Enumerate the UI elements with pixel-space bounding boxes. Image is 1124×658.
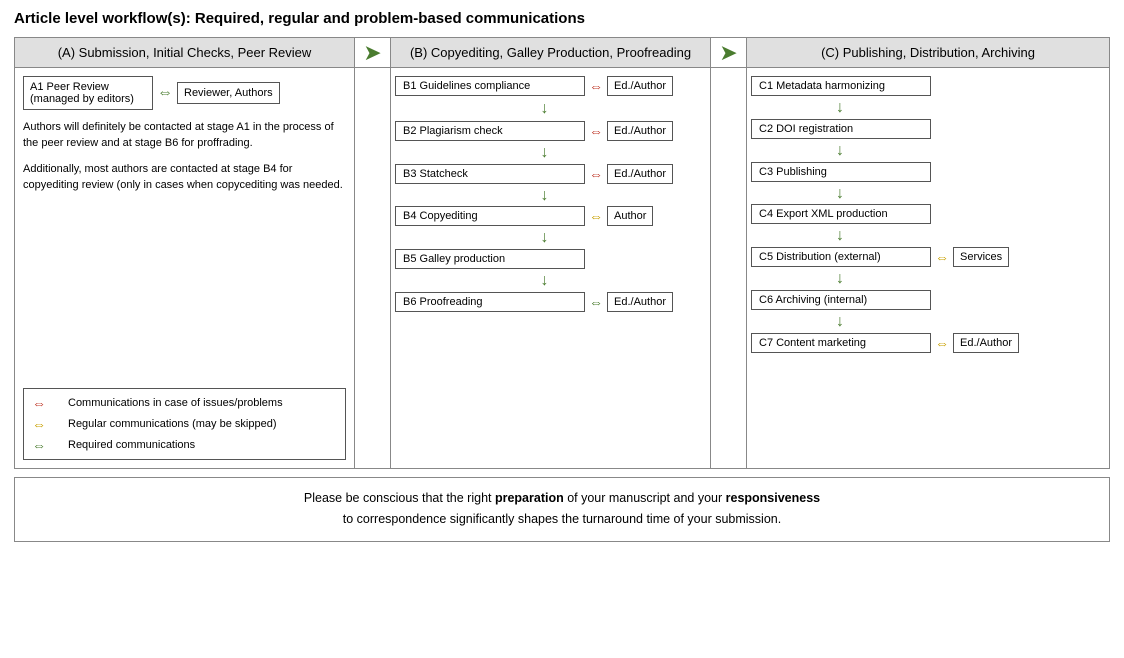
b3-b4-arrow: ↓ — [456, 186, 646, 207]
col-a-top: A1 Peer Review (managed by editors) ⇔ Re… — [23, 76, 346, 110]
main-diagram: (A) Submission, Initial Checks, Peer Rev… — [14, 37, 1110, 469]
b6-box: B6 Proofreading — [395, 292, 585, 312]
c6-box: C6 Archiving (internal) — [751, 290, 931, 310]
b5-b6-arrow: ↓ — [456, 271, 646, 292]
legend-item-yellow: ⇔ Regular communications (may be skipped… — [32, 416, 337, 432]
b4-box: B4 Copyediting — [395, 206, 585, 226]
arrow-a1-rev: ⇔ — [157, 84, 173, 102]
c5-row: C5 Distribution (external) ⇔ Services — [751, 247, 1105, 267]
c7-row: C7 Content marketing ⇔ Ed./Author — [751, 333, 1105, 353]
c3-box: C3 Publishing — [751, 162, 931, 182]
bottom-bold1: preparation — [495, 491, 564, 505]
b4-row: B4 Copyediting ⇔ Author — [395, 206, 706, 226]
c1-c2-arrow: ↓ — [751, 98, 1105, 119]
gap-ab — [355, 68, 391, 468]
page-title: Article level workflow(s): Required, reg… — [14, 10, 1110, 27]
b4-arrow: ⇔ — [589, 208, 603, 224]
legend: ⇔ Communications in case of issues/probl… — [23, 388, 346, 460]
b6-arrow: ⇔ — [589, 294, 603, 310]
b2-arrow: ⇔ — [589, 123, 603, 139]
c6-c7-arrow: ↓ — [751, 312, 1105, 333]
legend-red-arrow: ⇔ — [32, 395, 60, 411]
c2-box: C2 DOI registration — [751, 119, 931, 139]
col-c: C1 Metadata harmonizing ↓ C2 DOI registr… — [747, 68, 1109, 468]
b3-row: B3 Statcheck ⇔ Ed./Author — [395, 164, 706, 184]
b4-b5-arrow: ↓ — [456, 228, 646, 249]
b-steps: B1 Guidelines compliance ⇔ Ed./Author ↓ … — [395, 76, 706, 314]
b2-box: B2 Plagiarism check — [395, 121, 585, 141]
c5-right: Services — [953, 247, 1009, 267]
b4-right: Author — [607, 206, 653, 226]
gap-bc — [711, 68, 747, 468]
col-a-header: (A) Submission, Initial Checks, Peer Rev… — [15, 38, 355, 67]
b2-right: Ed./Author — [607, 121, 673, 141]
c2-row: C2 DOI registration — [751, 119, 1105, 139]
b2-row: B2 Plagiarism check ⇔ Ed./Author — [395, 121, 706, 141]
title-rest: Required, regular and problem-based comm… — [191, 10, 585, 27]
reviewer-box: Reviewer, Authors — [177, 82, 280, 104]
c1-row: C1 Metadata harmonizing — [751, 76, 1105, 96]
b3-right: Ed./Author — [607, 164, 673, 184]
b1-row: B1 Guidelines compliance ⇔ Ed./Author — [395, 76, 706, 96]
b1-box: B1 Guidelines compliance — [395, 76, 585, 96]
col-a-text2: Additionally, most authors are contacted… — [23, 162, 346, 194]
bottom-note: Please be conscious that the right prepa… — [14, 477, 1110, 542]
b3-box: B3 Statcheck — [395, 164, 585, 184]
a1-box: A1 Peer Review (managed by editors) — [23, 76, 153, 110]
c5-box: C5 Distribution (external) — [751, 247, 931, 267]
b6-row: B6 Proofreading ⇔ Ed./Author — [395, 292, 706, 312]
header-row: (A) Submission, Initial Checks, Peer Rev… — [15, 38, 1109, 68]
b5-box: B5 Galley production — [395, 249, 585, 269]
b3-arrow: ⇔ — [589, 166, 603, 182]
c7-box: C7 Content marketing — [751, 333, 931, 353]
c3-c4-arrow: ↓ — [751, 184, 1105, 205]
col-b: B1 Guidelines compliance ⇔ Ed./Author ↓ … — [391, 68, 711, 468]
c6-row: C6 Archiving (internal) — [751, 290, 1105, 310]
bottom-bold2: responsiveness — [726, 491, 821, 505]
col-a: A1 Peer Review (managed by editors) ⇔ Re… — [15, 68, 355, 468]
c7-arrow: ⇔ — [935, 335, 949, 351]
title-bold: Article level workflow(s): — [14, 10, 191, 27]
b6-right: Ed./Author — [607, 292, 673, 312]
c7-right: Ed./Author — [953, 333, 1019, 353]
legend-green-arrow: ⇔ — [32, 437, 60, 453]
c-steps: C1 Metadata harmonizing ↓ C2 DOI registr… — [751, 76, 1105, 355]
legend-item-red: ⇔ Communications in case of issues/probl… — [32, 395, 337, 411]
legend-yellow-arrow: ⇔ — [32, 416, 60, 432]
b5-row: B5 Galley production — [395, 249, 706, 269]
content-row: A1 Peer Review (managed by editors) ⇔ Re… — [15, 68, 1109, 468]
c5-arrow: ⇔ — [935, 249, 949, 265]
col-a-text1: Authors will definitely be contacted at … — [23, 120, 346, 152]
col-c-header: (C) Publishing, Distribution, Archiving — [747, 38, 1109, 67]
b1-arrow: ⇔ — [589, 78, 603, 94]
c2-c3-arrow: ↓ — [751, 141, 1105, 162]
c3-row: C3 Publishing — [751, 162, 1105, 182]
c4-box: C4 Export XML production — [751, 204, 931, 224]
legend-item-green: ⇔ Required communications — [32, 437, 337, 453]
header-arrow-bc: ➤ — [711, 38, 747, 67]
col-b-header: (B) Copyediting, Galley Production, Proo… — [391, 38, 711, 67]
bottom-text-after: to correspondence significantly shapes t… — [343, 512, 781, 526]
c4-c5-arrow: ↓ — [751, 226, 1105, 247]
b1-b2-arrow: ↓ — [456, 99, 646, 120]
b1-right: Ed./Author — [607, 76, 673, 96]
c4-row: C4 Export XML production — [751, 204, 1105, 224]
c5-c6-arrow: ↓ — [751, 269, 1105, 290]
bottom-text-before: Please be conscious that the right — [304, 491, 495, 505]
header-arrow-ab: ➤ — [355, 38, 391, 67]
b2-b3-arrow: ↓ — [456, 143, 646, 164]
c1-box: C1 Metadata harmonizing — [751, 76, 931, 96]
bottom-text-mid: of your manuscript and your — [564, 491, 726, 505]
